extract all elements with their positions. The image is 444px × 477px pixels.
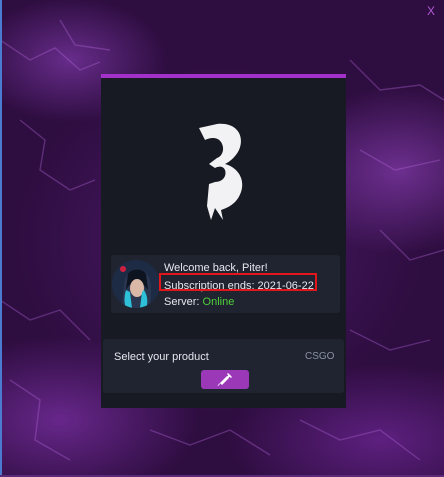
server-label: Server: <box>164 296 200 308</box>
syringe-icon <box>217 373 232 386</box>
product-card: Select your product CSGO <box>103 339 344 393</box>
main-panel: Welcome back, Piter! Subscription ends: … <box>101 74 346 408</box>
brand-logo <box>199 123 243 220</box>
window-frame-left <box>0 0 2 477</box>
user-avatar <box>112 260 160 308</box>
product-name[interactable]: CSGO <box>305 351 334 362</box>
close-button[interactable]: X <box>424 3 438 19</box>
select-product-label: Select your product <box>114 351 209 363</box>
inject-button[interactable] <box>201 370 249 389</box>
subscription-highlight <box>159 273 317 291</box>
avatar-image <box>112 260 160 308</box>
server-status-line: Server: Online <box>164 296 234 309</box>
launcher-window: X Welcome back, Piter! Subscription ends… <box>0 0 444 477</box>
server-status-value: Online <box>202 296 235 308</box>
